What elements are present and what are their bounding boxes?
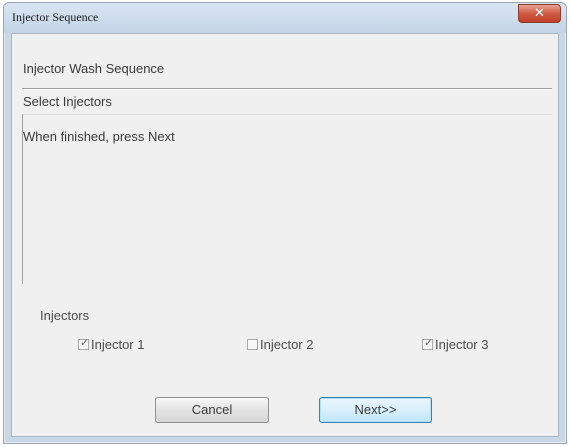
- instruction-text: When finished, press Next: [23, 129, 175, 144]
- injector-2-label: Injector 2: [260, 336, 314, 352]
- injectors-group-label: Injectors: [40, 308, 90, 323]
- separator: [22, 88, 552, 90]
- dialog-window: Injector Sequence ✕ Injector Wash Sequen…: [3, 2, 567, 444]
- checkmark-icon: ✓: [80, 335, 90, 349]
- checkbox-box[interactable]: ✓: [422, 335, 434, 350]
- injector-1-checkbox[interactable]: ✓ Injector 1: [78, 336, 144, 352]
- wash-sequence-heading: Injector Wash Sequence: [23, 61, 165, 76]
- injector-3-label: Injector 3: [435, 336, 489, 352]
- close-button[interactable]: ✕: [518, 4, 561, 23]
- dialog-body: Injector Wash Sequence Select Injectors …: [11, 33, 559, 437]
- next-button[interactable]: Next>>: [319, 397, 432, 423]
- injector-3-checkbox[interactable]: ✓ Injector 3: [422, 336, 488, 352]
- checkbox-box[interactable]: ✓: [78, 335, 90, 350]
- window-title: Injector Sequence: [12, 10, 99, 24]
- injector-1-label: Injector 1: [91, 336, 145, 352]
- checkmark-icon: ✓: [424, 335, 434, 349]
- title-bar[interactable]: Injector Sequence ✕: [4, 3, 566, 33]
- select-injectors-label: Select Injectors: [23, 94, 112, 109]
- close-icon: ✕: [534, 6, 545, 21]
- cancel-button[interactable]: Cancel: [155, 397, 269, 423]
- checkbox-box[interactable]: [247, 338, 258, 350]
- injector-2-checkbox[interactable]: Injector 2: [247, 336, 313, 352]
